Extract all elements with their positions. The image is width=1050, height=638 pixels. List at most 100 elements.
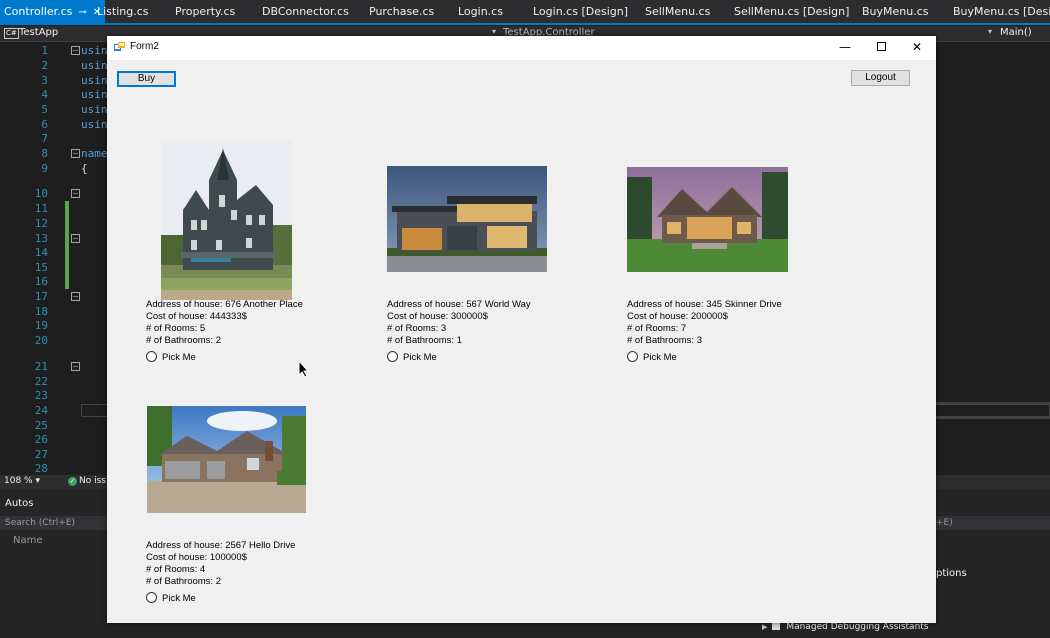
managed-debugging-label: Managed Debugging Assistants xyxy=(786,622,929,632)
house-cost: Cost of house: 300000$ xyxy=(387,311,488,322)
line-number: 16 xyxy=(34,275,48,288)
pick-me-label: Pick Me xyxy=(403,352,437,363)
project-dropdown[interactable]: TestApp xyxy=(19,27,58,38)
method-dropdown[interactable]: Main() xyxy=(1000,27,1032,38)
minimize-button[interactable]: — xyxy=(827,36,863,60)
logout-button[interactable]: Logout xyxy=(851,70,910,86)
window-titlebar[interactable]: Form2 — ✕ xyxy=(107,36,936,60)
chevron-down-icon[interactable]: ▾ xyxy=(988,27,992,36)
tab-controller-cs[interactable]: Controller.cs ⊸ ✕ xyxy=(0,0,106,23)
collapse-icon[interactable]: − xyxy=(71,149,80,158)
tab-listing-cs[interactable]: Listing.cs xyxy=(97,0,149,23)
tab-buymenu-cs[interactable]: BuyMenu.cs xyxy=(862,0,929,23)
tab-purchase-cs[interactable]: Purchase.cs xyxy=(369,0,434,23)
pick-me-radio-1[interactable]: Pick Me xyxy=(146,351,196,363)
document-tab-bar: Controller.cs ⊸ ✕ Listing.cs Property.cs D… xyxy=(0,0,1050,25)
radio-circle[interactable] xyxy=(387,351,398,362)
house-info-3: Address of house: 345 Skinner Drive Cost… xyxy=(627,299,782,347)
collapse-icon[interactable]: − xyxy=(71,234,80,243)
line-number: 19 xyxy=(34,319,48,332)
zoom-dropdown[interactable]: 108 % ▾ xyxy=(4,476,40,486)
form2-window: Form2 — ✕ Buy Logout Address of house: 6… xyxy=(107,36,936,623)
change-marker xyxy=(65,201,69,289)
check-icon: ✓ xyxy=(68,477,77,486)
house-rooms: # of Rooms: 4 xyxy=(146,564,206,575)
line-number: 10 xyxy=(34,187,48,200)
radio-circle[interactable] xyxy=(627,351,638,362)
code-line: usin xyxy=(81,59,108,72)
right-panel-options[interactable]: ptions xyxy=(936,568,967,579)
close-button[interactable]: ✕ xyxy=(899,36,935,60)
line-number: 17 xyxy=(34,290,48,303)
house-rooms: # of Rooms: 7 xyxy=(627,323,687,334)
pick-me-radio-2[interactable]: Pick Me xyxy=(387,351,437,363)
line-number: 22 xyxy=(34,375,48,388)
line-number: 7 xyxy=(41,132,48,145)
issues-text: No iss xyxy=(79,476,106,486)
house-cost: Cost of house: 444333$ xyxy=(146,311,247,322)
pick-me-radio-3[interactable]: Pick Me xyxy=(627,351,677,363)
maximize-icon xyxy=(876,42,886,51)
code-line: { xyxy=(81,162,88,175)
maximize-button[interactable] xyxy=(863,36,899,60)
collapse-icon[interactable]: − xyxy=(71,292,80,301)
tab-login-design[interactable]: Login.cs [Design] xyxy=(533,0,628,23)
mouse-pointer-icon xyxy=(298,360,310,378)
line-number: 15 xyxy=(34,261,48,274)
tab-login-cs[interactable]: Login.cs xyxy=(458,0,503,23)
radio-circle[interactable] xyxy=(146,592,157,603)
buy-button[interactable]: Buy xyxy=(117,71,176,87)
chevron-down-icon[interactable]: ▾ xyxy=(492,27,496,36)
tab-sellmenu-cs[interactable]: SellMenu.cs xyxy=(645,0,710,23)
managed-debugging-item[interactable]: ▶ Managed Debugging Assistants xyxy=(762,622,929,632)
code-line: name xyxy=(81,147,108,160)
autos-search-input[interactable]: Search (Ctrl+E) xyxy=(0,516,107,530)
line-number: 13 xyxy=(34,232,48,245)
pick-me-radio-4[interactable]: Pick Me xyxy=(146,592,196,604)
right-panel-search-input[interactable]: +E) xyxy=(936,516,1050,530)
house-address: Address of house: 2567 Hello Drive xyxy=(146,540,296,551)
house-address: Address of house: 345 Skinner Drive xyxy=(627,299,782,310)
line-number: 14 xyxy=(34,246,48,259)
house-photo-3 xyxy=(627,167,788,272)
checkbox[interactable] xyxy=(772,622,781,630)
line-number: 28 xyxy=(34,462,48,475)
house-cost: Cost of house: 200000$ xyxy=(627,311,728,322)
house-rooms: # of Rooms: 5 xyxy=(146,323,206,334)
collapse-icon[interactable]: − xyxy=(71,46,80,55)
line-number: 18 xyxy=(34,305,48,318)
form-app-icon xyxy=(114,42,125,51)
collapse-icon[interactable]: − xyxy=(71,362,80,371)
house-cost: Cost of house: 100000$ xyxy=(146,552,247,563)
code-line: usin xyxy=(81,44,108,57)
divider xyxy=(936,417,1050,419)
radio-circle[interactable] xyxy=(146,351,157,362)
line-number: 27 xyxy=(34,448,48,461)
expand-icon[interactable]: ▶ xyxy=(762,623,767,631)
house-bathrooms: # of Bathrooms: 2 xyxy=(146,335,221,346)
divider xyxy=(936,402,1050,404)
tab-label: Controller.cs xyxy=(4,5,73,18)
line-number: 26 xyxy=(34,433,48,446)
house-address: Address of house: 567 World Way xyxy=(387,299,531,310)
collapse-icon[interactable]: − xyxy=(71,189,80,198)
issues-indicator[interactable]: ✓ No iss xyxy=(68,476,106,486)
window-title: Form2 xyxy=(130,41,159,52)
line-number: 4 xyxy=(41,88,48,101)
line-number: 11 xyxy=(34,202,48,215)
pin-icon[interactable]: ⊸ xyxy=(78,7,86,18)
tab-dbconnector-cs[interactable]: DBConnector.cs xyxy=(262,0,349,23)
autos-name-column[interactable]: Name xyxy=(13,535,43,546)
house-rooms: # of Rooms: 3 xyxy=(387,323,447,334)
pick-me-label: Pick Me xyxy=(162,593,196,604)
code-line: usin xyxy=(81,103,108,116)
house-bathrooms: # of Bathrooms: 3 xyxy=(627,335,702,346)
line-number: 23 xyxy=(34,389,48,402)
line-number: 24 xyxy=(34,404,48,417)
tab-property-cs[interactable]: Property.cs xyxy=(175,0,235,23)
tab-sellmenu-design[interactable]: SellMenu.cs [Design] xyxy=(734,0,849,23)
csharp-project-icon: C# xyxy=(4,28,19,39)
house-info-1: Address of house: 676 Another Place Cost… xyxy=(146,299,303,347)
autos-panel-title[interactable]: Autos xyxy=(5,498,33,509)
tab-buymenu-design[interactable]: BuyMenu.cs [Design] xyxy=(953,0,1050,23)
